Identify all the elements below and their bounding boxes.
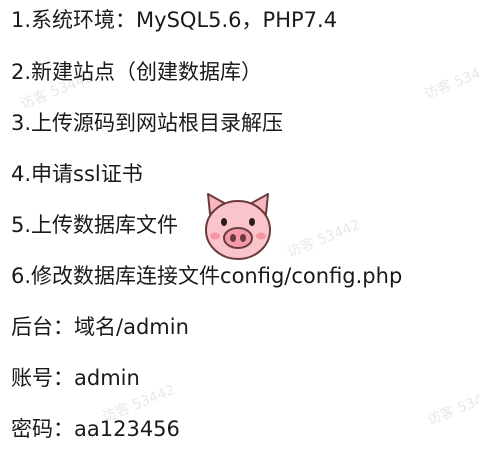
admin-path-line: 后台：域名/admin xyxy=(11,315,189,339)
step-line-3: 3.上传源码到网站根目录解压 xyxy=(11,111,284,135)
document-page: 访客 53442 访客 53442 访客 53442 访客 53442 访客 5… xyxy=(0,0,479,458)
step-line-2: 2.新建站点（创建数据库） xyxy=(11,60,263,84)
watermark: 访客 53442 xyxy=(285,217,363,261)
step-line-6: 6.修改数据库连接文件config/config.php xyxy=(11,264,403,288)
password-line: 密码：aa123456 xyxy=(11,417,180,441)
step-line-1: 1.系统环境：MySQL5.6，PHP7.4 xyxy=(11,8,338,32)
account-line: 账号：admin xyxy=(11,366,140,390)
pig-face-icon xyxy=(205,193,271,260)
watermark: 访客 53442 xyxy=(425,385,479,429)
step-line-5: 5.上传数据库文件 xyxy=(11,213,179,237)
watermark: 访客 53442 xyxy=(422,59,479,103)
step-line-4: 4.申请ssl证书 xyxy=(11,162,143,186)
